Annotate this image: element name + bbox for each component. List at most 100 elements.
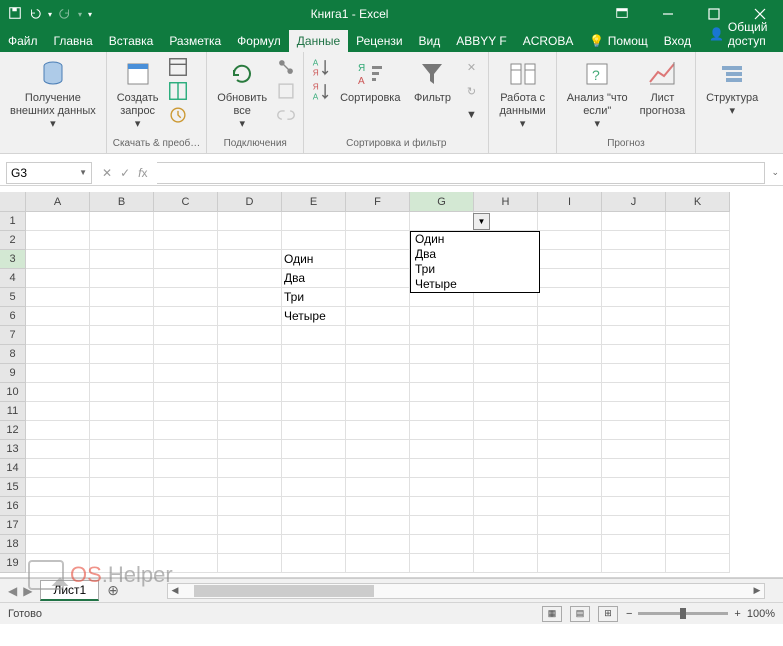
cell-A9[interactable] bbox=[26, 364, 90, 383]
cell-K16[interactable] bbox=[666, 497, 730, 516]
cell-F7[interactable] bbox=[346, 326, 410, 345]
tab-data[interactable]: Данные bbox=[289, 30, 348, 52]
cell-K14[interactable] bbox=[666, 459, 730, 478]
cell-B1[interactable] bbox=[90, 212, 154, 231]
cell-A10[interactable] bbox=[26, 383, 90, 402]
cell-J11[interactable] bbox=[602, 402, 666, 421]
tab-layout[interactable]: Разметка bbox=[161, 30, 229, 52]
row-header-11[interactable]: 11 bbox=[0, 402, 26, 421]
cell-I12[interactable] bbox=[538, 421, 602, 440]
cell-C5[interactable] bbox=[154, 288, 218, 307]
recent-sources-icon[interactable] bbox=[167, 104, 189, 126]
cell-D10[interactable] bbox=[218, 383, 282, 402]
row-header-19[interactable]: 19 bbox=[0, 554, 26, 573]
properties-icon[interactable] bbox=[275, 80, 297, 102]
cell-A12[interactable] bbox=[26, 421, 90, 440]
cell-J8[interactable] bbox=[602, 345, 666, 364]
cell-D18[interactable] bbox=[218, 535, 282, 554]
row-header-8[interactable]: 8 bbox=[0, 345, 26, 364]
cell-A18[interactable] bbox=[26, 535, 90, 554]
cell-I14[interactable] bbox=[538, 459, 602, 478]
tell-me[interactable]: 💡 Помощ bbox=[581, 30, 655, 52]
cell-A1[interactable] bbox=[26, 212, 90, 231]
cell-J15[interactable] bbox=[602, 478, 666, 497]
cell-E8[interactable] bbox=[282, 345, 346, 364]
save-icon[interactable] bbox=[8, 6, 22, 23]
cell-D11[interactable] bbox=[218, 402, 282, 421]
cell-E11[interactable] bbox=[282, 402, 346, 421]
data-tools-button[interactable]: Работа с данными ▾ bbox=[495, 56, 549, 134]
cell-F4[interactable] bbox=[346, 269, 410, 288]
cell-K15[interactable] bbox=[666, 478, 730, 497]
cell-F18[interactable] bbox=[346, 535, 410, 554]
cell-E19[interactable] bbox=[282, 554, 346, 573]
cell-H9[interactable] bbox=[474, 364, 538, 383]
cell-D1[interactable] bbox=[218, 212, 282, 231]
col-header-E[interactable]: E bbox=[282, 192, 346, 212]
cell-E14[interactable] bbox=[282, 459, 346, 478]
tab-view[interactable]: Вид bbox=[411, 30, 449, 52]
cell-C2[interactable] bbox=[154, 231, 218, 250]
cell-E9[interactable] bbox=[282, 364, 346, 383]
cell-A17[interactable] bbox=[26, 516, 90, 535]
undo-icon[interactable] bbox=[28, 6, 42, 23]
cell-E18[interactable] bbox=[282, 535, 346, 554]
cell-A16[interactable] bbox=[26, 497, 90, 516]
sort-desc-icon[interactable]: ЯA bbox=[310, 80, 332, 102]
from-table-icon[interactable] bbox=[167, 80, 189, 102]
cell-F19[interactable] bbox=[346, 554, 410, 573]
cell-G16[interactable] bbox=[410, 497, 474, 516]
cell-F15[interactable] bbox=[346, 478, 410, 497]
row-header-13[interactable]: 13 bbox=[0, 440, 26, 459]
cell-K2[interactable] bbox=[666, 231, 730, 250]
dd-item-2[interactable]: Три bbox=[411, 262, 539, 277]
zoom-in-button[interactable]: + bbox=[734, 608, 740, 620]
cell-C10[interactable] bbox=[154, 383, 218, 402]
cell-B3[interactable] bbox=[90, 250, 154, 269]
cell-J13[interactable] bbox=[602, 440, 666, 459]
cell-C18[interactable] bbox=[154, 535, 218, 554]
cell-J14[interactable] bbox=[602, 459, 666, 478]
cell-J18[interactable] bbox=[602, 535, 666, 554]
cell-I6[interactable] bbox=[538, 307, 602, 326]
cell-H11[interactable] bbox=[474, 402, 538, 421]
clear-filter-icon[interactable]: ✕ bbox=[460, 56, 482, 78]
cell-E7[interactable] bbox=[282, 326, 346, 345]
row-header-16[interactable]: 16 bbox=[0, 497, 26, 516]
col-header-D[interactable]: D bbox=[218, 192, 282, 212]
reapply-icon[interactable]: ↻ bbox=[460, 80, 482, 102]
cell-D19[interactable] bbox=[218, 554, 282, 573]
cell-B5[interactable] bbox=[90, 288, 154, 307]
zoom-out-button[interactable]: − bbox=[626, 608, 632, 620]
undo-dd[interactable]: ▾ bbox=[48, 10, 52, 19]
cell-F17[interactable] bbox=[346, 516, 410, 535]
cell-I3[interactable] bbox=[538, 250, 602, 269]
cell-B17[interactable] bbox=[90, 516, 154, 535]
tab-review[interactable]: Рецензи bbox=[348, 30, 410, 52]
fx-icon[interactable]: fx bbox=[138, 166, 147, 180]
cell-F16[interactable] bbox=[346, 497, 410, 516]
row-header-12[interactable]: 12 bbox=[0, 421, 26, 440]
cell-D7[interactable] bbox=[218, 326, 282, 345]
cell-C11[interactable] bbox=[154, 402, 218, 421]
cell-K9[interactable] bbox=[666, 364, 730, 383]
cell-G19[interactable] bbox=[410, 554, 474, 573]
zoom-slider[interactable] bbox=[638, 612, 728, 615]
cell-C9[interactable] bbox=[154, 364, 218, 383]
edit-links-icon[interactable] bbox=[275, 104, 297, 126]
cell-B11[interactable] bbox=[90, 402, 154, 421]
cell-J19[interactable] bbox=[602, 554, 666, 573]
cell-H19[interactable] bbox=[474, 554, 538, 573]
cell-B8[interactable] bbox=[90, 345, 154, 364]
cell-E13[interactable] bbox=[282, 440, 346, 459]
row-header-4[interactable]: 4 bbox=[0, 269, 26, 288]
cell-E5[interactable]: Три bbox=[282, 288, 346, 307]
col-header-B[interactable]: B bbox=[90, 192, 154, 212]
refresh-all-button[interactable]: Обновить все ▾ bbox=[213, 56, 271, 134]
cell-D8[interactable] bbox=[218, 345, 282, 364]
cell-C14[interactable] bbox=[154, 459, 218, 478]
qat-customize[interactable]: ▾ bbox=[88, 10, 92, 19]
cell-D3[interactable] bbox=[218, 250, 282, 269]
cell-E16[interactable] bbox=[282, 497, 346, 516]
forecast-button[interactable]: Лист прогноза bbox=[636, 56, 689, 120]
